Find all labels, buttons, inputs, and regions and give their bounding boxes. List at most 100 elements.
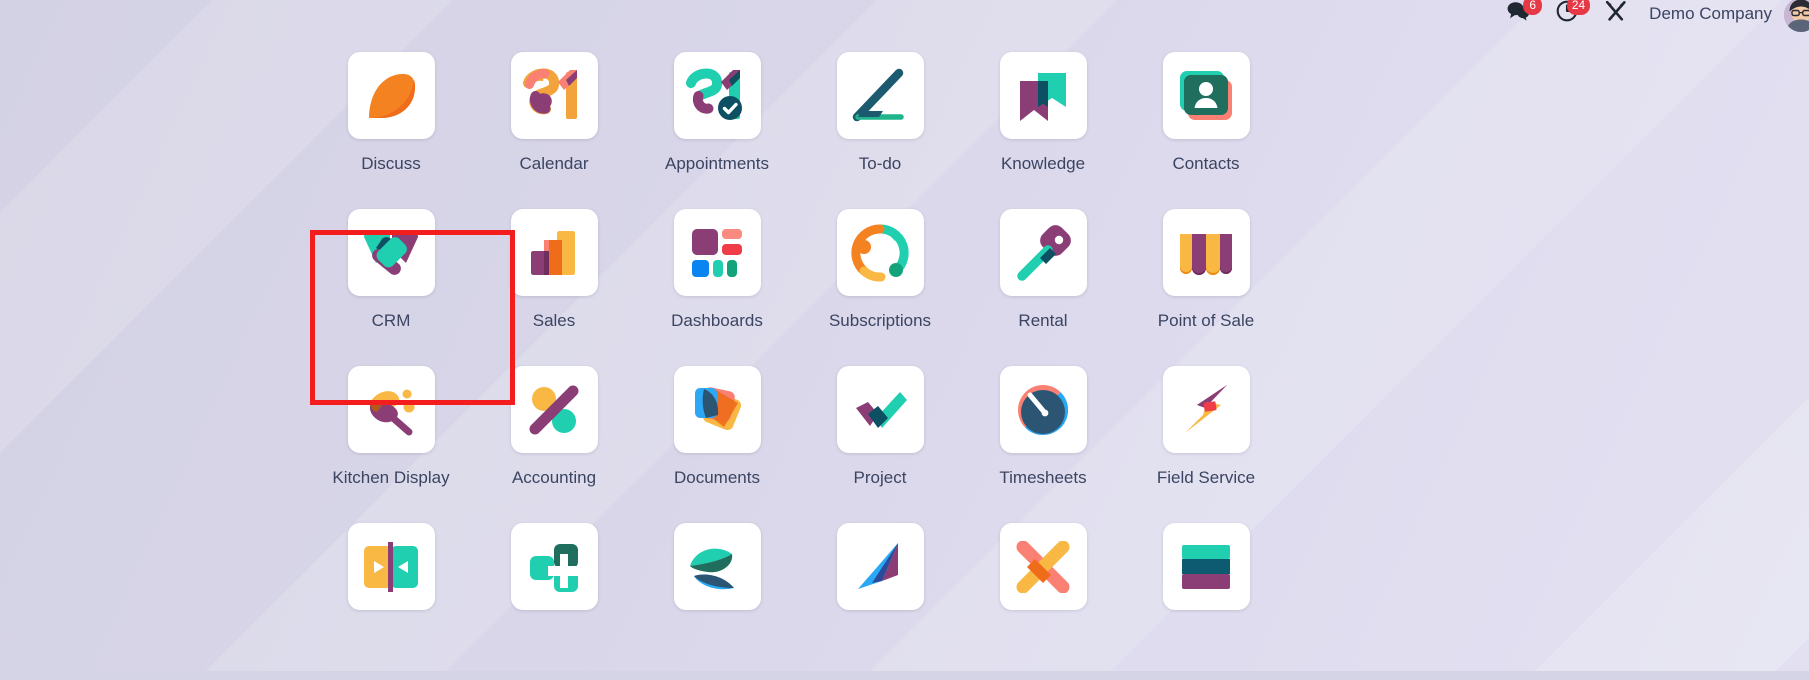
contacts-icon xyxy=(1176,68,1236,124)
stacked-bars-icon xyxy=(1178,543,1234,591)
apps-grid: Discuss Calendar Appointments To-do Know… xyxy=(310,52,1310,680)
activities-button[interactable]: 24 xyxy=(1543,0,1591,27)
app-tile xyxy=(347,366,435,453)
settings-button[interactable] xyxy=(1591,0,1641,27)
tools-icon xyxy=(1604,0,1628,27)
app-label: Kitchen Display xyxy=(332,468,450,487)
app-item-rental[interactable]: Rental xyxy=(962,209,1124,366)
app-tile xyxy=(510,209,598,296)
app-label: Project xyxy=(853,468,907,487)
app-item-elearning[interactable] xyxy=(636,523,798,680)
app-tile xyxy=(836,52,924,139)
helpdesk-icon xyxy=(526,542,582,592)
kitchen-display-icon xyxy=(361,382,421,438)
top-navbar-right-group: 6 24 Demo Company xyxy=(1494,0,1809,32)
app-label: Appointments xyxy=(665,154,769,173)
slides-icon xyxy=(361,541,421,592)
app-item-project[interactable]: Project xyxy=(799,366,961,523)
app-tile xyxy=(347,52,435,139)
app-item-field-service[interactable]: Field Service xyxy=(1125,366,1287,523)
subscriptions-icon xyxy=(851,223,909,282)
app-label: Field Service xyxy=(1156,468,1256,487)
app-tile xyxy=(1162,52,1250,139)
app-tile xyxy=(1162,209,1250,296)
app-tile xyxy=(510,52,598,139)
app-item-expenses[interactable] xyxy=(962,523,1124,680)
app-label: Sales xyxy=(532,311,576,330)
app-item-sales[interactable]: Sales xyxy=(473,209,635,366)
messages-badge: 6 xyxy=(1523,0,1543,15)
app-label: Rental xyxy=(1018,311,1068,330)
app-item-slides[interactable] xyxy=(310,523,472,680)
marketing-icon xyxy=(852,541,908,593)
app-label: Knowledge xyxy=(1000,154,1086,173)
app-tile xyxy=(999,366,1087,453)
app-label: Contacts xyxy=(1172,154,1240,173)
appointments-icon xyxy=(685,66,749,126)
sales-icon xyxy=(525,225,583,281)
dashboards-icon xyxy=(688,225,746,281)
app-item-calendar[interactable]: Calendar xyxy=(473,52,635,209)
rental-icon xyxy=(1014,224,1072,282)
point-of-sale-icon xyxy=(1176,228,1236,278)
documents-icon xyxy=(688,381,746,439)
app-label: CRM xyxy=(371,311,411,330)
app-tile xyxy=(673,523,761,610)
messages-button[interactable]: 6 xyxy=(1494,0,1543,27)
app-tile xyxy=(999,523,1087,610)
app-item-knowledge[interactable]: Knowledge xyxy=(962,52,1124,209)
app-item-appointments[interactable]: Appointments xyxy=(636,52,798,209)
app-tile xyxy=(1162,523,1250,610)
app-item-dashboards[interactable]: Dashboards xyxy=(636,209,798,366)
app-tile xyxy=(673,52,761,139)
app-label: Timesheets xyxy=(999,468,1087,487)
app-item-timesheets[interactable]: Timesheets xyxy=(962,366,1124,523)
calendar-icon xyxy=(522,66,586,126)
expenses-icon xyxy=(1015,540,1071,593)
crm-icon xyxy=(360,225,422,281)
project-icon xyxy=(850,384,910,436)
discuss-icon xyxy=(361,66,421,126)
top-navbar: 6 24 Demo Company xyxy=(0,0,1809,32)
app-tile xyxy=(836,209,924,296)
app-label: To-do xyxy=(858,154,902,173)
app-item-helpdesk[interactable] xyxy=(473,523,635,680)
app-label: Point of Sale xyxy=(1157,311,1255,330)
app-tile xyxy=(510,523,598,610)
user-avatar[interactable] xyxy=(1784,0,1809,32)
app-tile xyxy=(347,209,435,296)
app-item-subscriptions[interactable]: Subscriptions xyxy=(799,209,961,366)
app-tile xyxy=(510,366,598,453)
app-item-marketing[interactable] xyxy=(799,523,961,680)
app-item-crm[interactable]: CRM xyxy=(310,209,472,366)
app-tile xyxy=(673,209,761,296)
app-tile xyxy=(999,52,1087,139)
app-label: Accounting xyxy=(511,468,597,487)
app-tile xyxy=(673,366,761,453)
app-item-point-of-sale[interactable]: Point of Sale xyxy=(1125,209,1287,366)
todo-icon xyxy=(849,67,911,125)
activities-badge: 24 xyxy=(1566,0,1591,15)
field-service-icon xyxy=(1177,381,1235,439)
app-tile xyxy=(1162,366,1250,453)
app-tile xyxy=(836,366,924,453)
app-label: Subscriptions xyxy=(828,311,932,330)
app-item-stacked-bars[interactable] xyxy=(1125,523,1287,680)
app-label: Dashboards xyxy=(671,311,763,330)
app-item-documents[interactable]: Documents xyxy=(636,366,798,523)
app-label: Documents xyxy=(674,468,760,487)
app-item-todo[interactable]: To-do xyxy=(799,52,961,209)
app-item-discuss[interactable]: Discuss xyxy=(310,52,472,209)
app-label: Discuss xyxy=(361,154,421,173)
elearning-icon xyxy=(688,542,746,592)
app-tile xyxy=(836,523,924,610)
app-tile xyxy=(999,209,1087,296)
app-item-accounting[interactable]: Accounting xyxy=(473,366,635,523)
app-tile xyxy=(347,523,435,610)
app-label: Calendar xyxy=(519,154,589,173)
timesheets-icon xyxy=(1014,381,1072,439)
accounting-icon xyxy=(525,381,583,439)
app-item-contacts[interactable]: Contacts xyxy=(1125,52,1287,209)
app-item-kitchen-display[interactable]: Kitchen Display xyxy=(310,366,472,523)
company-switcher[interactable]: Demo Company xyxy=(1641,4,1784,24)
